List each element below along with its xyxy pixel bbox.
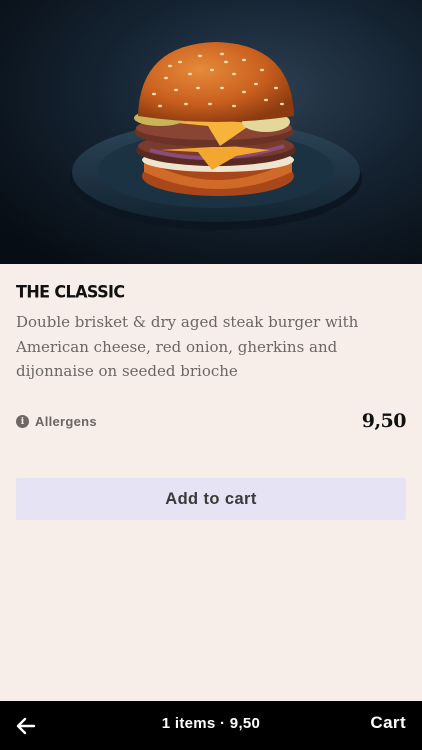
allergens-label: Allergens [35, 414, 97, 429]
product-details: THE CLASSIC Double brisket & dry aged st… [0, 264, 422, 701]
product-title: THE CLASSIC [16, 281, 125, 302]
cart-button[interactable]: Cart [370, 713, 406, 733]
cart-bar: 1 items · 9,50 Cart [0, 701, 422, 750]
info-icon: i [16, 415, 29, 428]
product-price: 9,50 [361, 410, 407, 432]
allergens-link[interactable]: i Allergens [16, 414, 97, 429]
product-image [0, 0, 422, 264]
cart-summary: 1 items · 9,50 [161, 715, 261, 732]
burger-photo [0, 0, 422, 264]
product-description: Double brisket & dry aged steak burger w… [16, 313, 359, 380]
add-to-cart-button[interactable]: Add to cart [16, 478, 406, 520]
